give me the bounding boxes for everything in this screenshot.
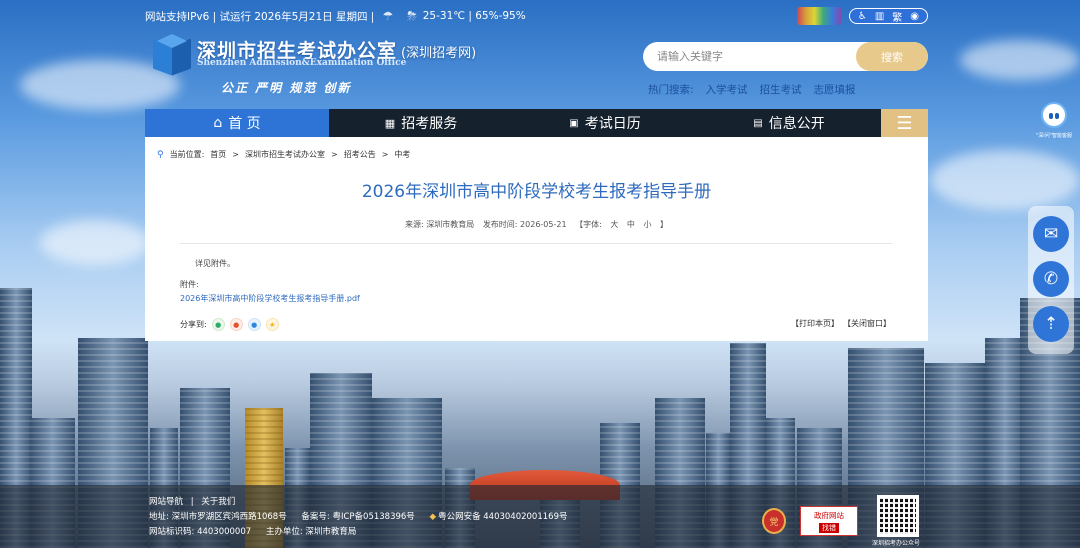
nav-item-label: 考试日历 [584,116,641,132]
breadcrumb-label: 当前位置: [169,150,205,159]
top-info-bar: 网站支持IPv6 | 试运行 2026年5月21日 星期四 | ☂ ⛈ 25-3… [145,0,928,32]
logo-cube-icon [153,34,191,76]
accessibility-icon[interactable]: ♿ [858,11,867,22]
rain-cloud-icon: ☂ [382,9,394,23]
article-source: 来源: 深圳市教育局 [405,220,475,229]
nav-item-services[interactable]: ▦ 招考服务 [329,109,513,137]
location-pin-icon: ⚲ [157,149,164,160]
nav-item-label: 招考服务 [401,116,458,132]
cloud [40,220,150,265]
article-card: ⚲ 当前位置: 首页 > 深圳市招生考试办公室 > 招考公告 > 中考 2026… [145,137,928,341]
breadcrumb-separator: > [381,150,389,159]
speaker-icon[interactable]: ◉ [910,11,919,22]
breadcrumb: ⚲ 当前位置: 首页 > 深圳市招生考试办公室 > 招考公告 > 中考 [157,149,410,160]
article-actions: 【打印本页】 【关闭窗口】 [791,318,891,329]
campaign-logo[interactable] [796,7,841,25]
error-badge-title: 政府网站 [814,510,844,520]
robot-icon [1041,102,1067,128]
elder-mode-icon[interactable]: ▥ [875,11,884,22]
gov-site-badge[interactable]: 党 [762,508,786,534]
close-window-button[interactable]: 【关闭窗口】 [843,318,891,329]
font-size-medium[interactable]: 中 [627,220,635,229]
qr-caption: 深圳招考办公众号 [872,540,921,547]
hamburger-menu-icon[interactable]: ☰ [881,109,928,137]
gov-error-report-badge[interactable]: 政府网站 找错 [800,506,858,536]
weibo-icon[interactable]: ● [229,318,243,331]
article-title: 2026年深圳市高中阶段学校考生报考指导手册 [361,182,712,202]
font-size-label: 【字体: [575,220,602,229]
wechat-icon[interactable]: ✉ [1033,216,1069,252]
share-label: 分享到: [180,320,207,329]
footer-separator: | [190,497,194,507]
footer-link-site-nav[interactable]: 网站导航 [149,497,183,507]
qr-code [877,495,919,537]
site-title-en: Shenzhen Admission&Examination Office [197,58,407,68]
font-size-small[interactable]: 小 [643,220,651,229]
search-box: 搜索 [643,42,928,71]
calendar-icon: ▣ [569,117,579,129]
qq-icon[interactable]: ● [247,318,261,331]
qzone-icon[interactable]: ★ [265,318,279,331]
hot-search-link[interactable]: 入学考试 [706,82,748,97]
chatbot-caption: "深i问"智能客服 [1036,133,1072,139]
article-meta: 来源: 深圳市教育局 发布时间: 2026-05-21 【字体: 大 中 小 】 [145,219,928,230]
divider [180,243,892,244]
side-float-panel: ✉ ✆ ⇡ [1028,206,1074,354]
article-publish-time: 发布时间: 2026-05-21 [482,220,567,229]
nav-item-home[interactable]: ⌂ 首 页 [145,109,329,137]
site-footer: 网站导航 | 关于我们 地址: 深圳市罗湖区宾鸿西路1068号 备案号: 粤IC… [0,485,1080,548]
site-logo[interactable]: 深圳市招生考试办公室 (深圳招考网) Shenzhen Admission&Exa… [153,34,483,96]
share-bar: 分享到: ● ● ● ★ [180,318,279,331]
breadcrumb-item[interactable]: 招考公告 [344,149,376,160]
footer-icp[interactable]: 备案号: 粤ICP备05138396号 [301,512,414,522]
print-button[interactable]: 【打印本页】 [791,318,839,329]
grid-icon: ▦ [384,116,396,130]
site-info-text: 网站支持IPv6 | 试运行 2026年5月21日 星期四 | [145,10,375,23]
footer-site-code: 网站标识码: 4403000007 [149,527,252,537]
thunderstorm-icon: ⛈ [407,8,417,23]
font-size-large[interactable]: 大 [610,220,618,229]
weather-text: 25-31℃ | 65%-95% [422,10,526,22]
search-button[interactable]: 搜索 [856,42,928,71]
wechat-icon[interactable]: ● [211,318,225,331]
font-size-close: 】 [659,220,668,229]
home-icon: ⌂ [213,115,223,131]
error-badge-label: 找错 [819,522,839,533]
footer-sponsor: 主办单位: 深圳市教育局 [265,527,357,537]
main-nav: ⌂ 首 页 ▦ 招考服务 ▣ 考试日历 ▤ 信息公开 ☰ [145,109,928,137]
nav-item-label: 首 页 [228,116,261,132]
attachment-label: 附件: [180,280,199,289]
nav-item-label: 信息公开 [768,116,825,132]
phone-icon[interactable]: ✆ [1033,261,1069,297]
article-body: 详见附件。 [195,259,235,268]
accessibility-toolbar: ♿ ▥ 繁 ◉ [848,8,928,24]
footer-link-about[interactable]: 关于我们 [201,497,235,507]
cloud [930,150,1080,210]
hot-search-label: 热门搜索: [648,84,694,96]
hot-search-link[interactable]: 招生考试 [760,82,802,97]
breadcrumb-item[interactable]: 中考 [394,149,410,160]
gov-badge-icon: 党 [769,517,779,528]
nav-item-calendar[interactable]: ▣ 考试日历 [513,109,697,137]
nav-item-disclosure[interactable]: ▤ 信息公开 [697,109,881,137]
breadcrumb-item[interactable]: 首页 [210,149,226,160]
traditional-chinese-button[interactable]: 繁 [892,9,902,24]
chatbot-assistant[interactable]: "深i问"智能客服 [1034,102,1074,139]
police-badge-icon: ◆ [429,512,437,522]
attachment-link[interactable]: 2026年深圳市高中阶段学校考生报考指导手册.pdf [180,293,360,304]
hot-search-link[interactable]: 志愿填报 [814,82,856,97]
site-subtitle: (深圳招考网) [401,46,477,61]
footer-police[interactable]: 粤公网安备 44030402001169号 [438,512,567,522]
search-input[interactable] [643,42,856,71]
site-slogan: 公正 严明 规范 创新 [221,81,352,95]
breadcrumb-separator: > [331,150,338,159]
cloud [960,40,1080,80]
back-to-top-icon[interactable]: ⇡ [1033,306,1069,342]
footer-address: 地址: 深圳市罗湖区宾鸿西路1068号 [149,512,287,522]
hot-search: 热门搜索: 入学考试 招生考试 志愿填报 [648,82,856,97]
breadcrumb-separator: > [232,150,239,159]
document-icon: ▤ [753,117,763,129]
breadcrumb-item[interactable]: 深圳市招生考试办公室 [245,149,325,160]
